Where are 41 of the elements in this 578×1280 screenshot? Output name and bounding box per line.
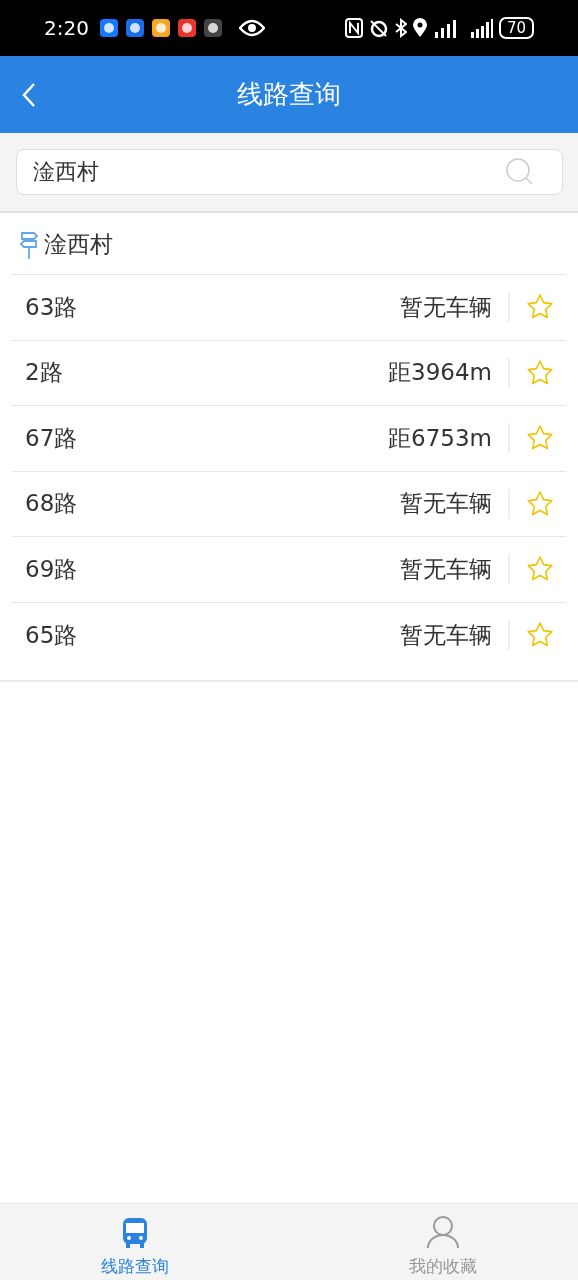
vehicle-status: 距6753m [388, 423, 492, 453]
route-row[interactable]: 68路 暂无车辆 [12, 471, 566, 537]
route-name: 65路 [25, 620, 78, 650]
route-name: 67路 [25, 423, 78, 453]
route-row[interactable]: 69路 暂无车辆 [12, 537, 566, 603]
star-icon[interactable] [526, 489, 554, 518]
route-name: 2路 [25, 358, 63, 388]
app-icon [98, 18, 119, 38]
location-icon [412, 18, 427, 38]
vehicle-status: 暂无车辆 [400, 489, 492, 519]
star-icon[interactable] [526, 358, 554, 387]
route-name: 68路 [25, 489, 78, 519]
nfc-icon [344, 18, 363, 38]
app-icon [202, 18, 223, 38]
bluetooth-icon [394, 18, 407, 38]
vehicle-status: 暂无车辆 [400, 620, 492, 650]
stop-name: 淦西村 [44, 230, 113, 259]
route-row[interactable]: 65路 暂无车辆 [12, 602, 566, 668]
signpost-icon [18, 229, 40, 260]
chevron-left-icon [22, 81, 36, 108]
app-icon [176, 18, 197, 38]
nav-tab[interactable]: 线路查询 [80, 1204, 190, 1280]
status-time: 2:20 [44, 16, 89, 40]
page-title: 线路查询 [237, 79, 341, 109]
route-row[interactable]: 67路 距6753m [12, 406, 566, 472]
route-name: 69路 [25, 554, 78, 584]
route-row[interactable]: 2路 距3964m [12, 340, 566, 406]
vehicle-status: 距3964m [388, 358, 492, 388]
route-name: 63路 [25, 292, 78, 322]
route-row[interactable]: 63路 暂无车辆 [12, 275, 566, 341]
search-field[interactable]: 淦西村 [16, 149, 563, 195]
person-icon [426, 1215, 460, 1249]
battery-level: 70 [498, 17, 534, 39]
vehicle-status: 暂无车辆 [400, 554, 492, 584]
search-icon [505, 157, 535, 187]
app-icon [124, 18, 145, 38]
eye-icon [238, 19, 265, 37]
vehicle-status: 暂无车辆 [400, 292, 492, 322]
bus-icon [122, 1217, 148, 1249]
signal-icon [432, 18, 457, 38]
app-icon [150, 18, 171, 38]
